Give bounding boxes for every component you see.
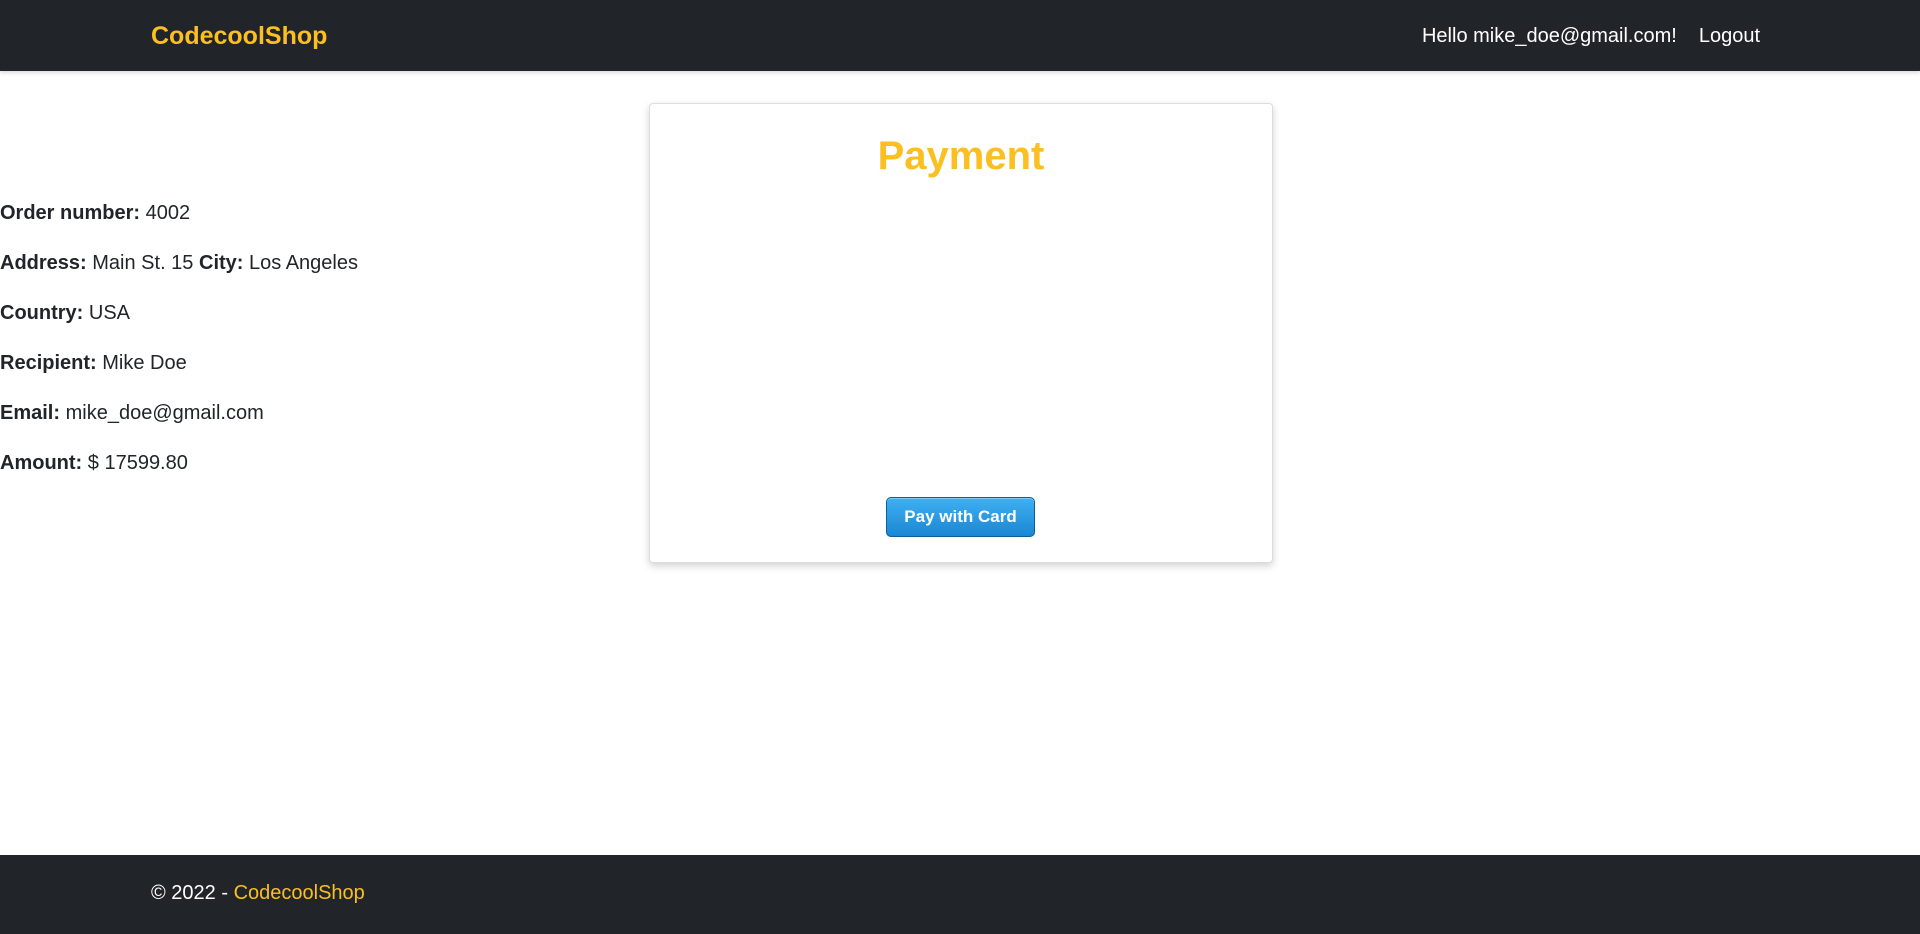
- page: CodecoolShop Hello mike_doe@gmail.com! L…: [0, 0, 1920, 934]
- logout-link[interactable]: Logout: [1699, 20, 1760, 52]
- city-value: Los Angeles: [249, 252, 358, 274]
- city-label: City:: [199, 252, 244, 274]
- address-value: Main St. 15: [92, 252, 194, 274]
- footer-text: © 2022 - CodecoolShop: [151, 879, 365, 907]
- pay-with-card-button[interactable]: Pay with Card: [886, 497, 1035, 537]
- email-label: Email:: [0, 402, 61, 424]
- top-navbar: CodecoolShop Hello mike_doe@gmail.com! L…: [0, 0, 1920, 71]
- order-number-row: Order number: 4002: [0, 199, 1920, 227]
- recipient-label: Recipient:: [0, 352, 97, 374]
- country-value: USA: [88, 302, 131, 324]
- recipient-row: Recipient: Mike Doe: [0, 349, 1920, 377]
- email-value: mike_doe@gmail.com: [65, 402, 264, 424]
- nav-right-group: Hello mike_doe@gmail.com! Logout: [1422, 20, 1760, 52]
- order-number-value: 4002: [145, 202, 191, 224]
- user-greeting: Hello mike_doe@gmail.com!: [1421, 25, 1677, 47]
- brand-link[interactable]: CodecoolShop: [151, 20, 327, 52]
- amount-label: Amount:: [0, 452, 83, 474]
- country-row: Country: USA: [0, 299, 1920, 327]
- email-row: Email: mike_doe@gmail.com: [0, 399, 1920, 427]
- recipient-value: Mike Doe: [102, 352, 187, 374]
- payment-card: Payment: [649, 103, 1273, 563]
- footer-brand-link[interactable]: CodecoolShop: [234, 882, 365, 904]
- country-label: Country:: [0, 302, 84, 324]
- amount-value: $ 17599.80: [87, 452, 188, 474]
- address-row: Address: Main St. 15 City: Los Angeles: [0, 249, 1920, 277]
- copyright-text: © 2022 -: [151, 882, 229, 904]
- page-title: Payment: [877, 134, 1045, 178]
- order-number-label: Order number:: [0, 202, 141, 224]
- address-label: Address:: [0, 252, 87, 274]
- page-footer: © 2022 - CodecoolShop: [0, 855, 1920, 934]
- amount-row: Amount: $ 17599.80: [0, 449, 1920, 477]
